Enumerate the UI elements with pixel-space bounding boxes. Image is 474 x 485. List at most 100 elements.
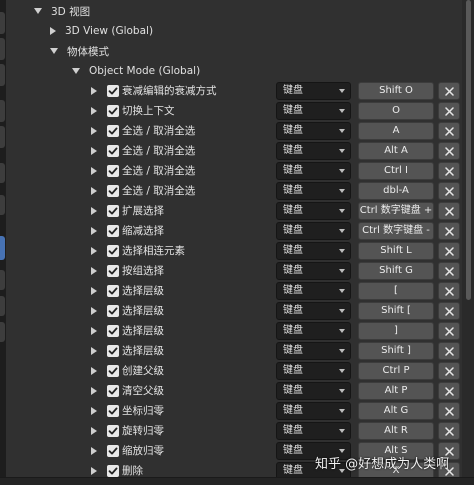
key-binding-button[interactable]: Shift O xyxy=(358,82,434,100)
expand-item-arrow-icon[interactable] xyxy=(91,227,97,235)
collapse-arrow-icon[interactable] xyxy=(50,27,56,35)
expand-item-arrow-icon[interactable] xyxy=(91,407,97,415)
item-enabled-checkbox[interactable] xyxy=(107,285,119,297)
input-device-dropdown[interactable]: 键盘 xyxy=(276,282,351,300)
category-object-mode-global[interactable]: Object Mode (Global) xyxy=(72,61,200,81)
input-device-dropdown[interactable]: 键盘 xyxy=(276,302,351,320)
expand-item-arrow-icon[interactable] xyxy=(91,427,97,435)
remove-item-button[interactable] xyxy=(438,102,460,120)
item-enabled-checkbox[interactable] xyxy=(107,425,119,437)
remove-item-button[interactable] xyxy=(438,402,460,420)
category-3d-view-global[interactable]: 3D View (Global) xyxy=(50,21,153,41)
item-enabled-checkbox[interactable] xyxy=(107,465,119,477)
remove-item-button[interactable] xyxy=(438,322,460,340)
key-binding-button[interactable]: Alt A xyxy=(358,142,434,160)
remove-item-button[interactable] xyxy=(438,202,460,220)
expand-item-arrow-icon[interactable] xyxy=(91,87,97,95)
item-enabled-checkbox[interactable] xyxy=(107,345,119,357)
expand-arrow-icon[interactable] xyxy=(50,48,58,54)
key-binding-button[interactable]: Shift [ xyxy=(358,302,434,320)
remove-item-button[interactable] xyxy=(438,362,460,380)
remove-item-button[interactable] xyxy=(438,142,460,160)
input-device-dropdown[interactable]: 键盘 xyxy=(276,242,351,260)
category-object-mode[interactable]: 物体模式 xyxy=(50,41,109,61)
expand-item-arrow-icon[interactable] xyxy=(91,147,97,155)
remove-item-button[interactable] xyxy=(438,302,460,320)
remove-item-button[interactable] xyxy=(438,82,460,100)
remove-item-button[interactable] xyxy=(438,382,460,400)
item-enabled-checkbox[interactable] xyxy=(107,205,119,217)
item-enabled-checkbox[interactable] xyxy=(107,385,119,397)
remove-item-button[interactable] xyxy=(438,122,460,140)
remove-item-button[interactable] xyxy=(438,182,460,200)
item-enabled-checkbox[interactable] xyxy=(107,325,119,337)
key-binding-button[interactable]: [ xyxy=(358,282,434,300)
remove-item-button[interactable] xyxy=(438,282,460,300)
item-enabled-checkbox[interactable] xyxy=(107,305,119,317)
key-binding-button[interactable]: A xyxy=(358,122,434,140)
remove-item-button[interactable] xyxy=(438,162,460,180)
key-binding-button[interactable]: Ctrl 数字键盘 - xyxy=(358,222,434,240)
remove-item-button[interactable] xyxy=(438,422,460,440)
input-device-dropdown[interactable]: 键盘 xyxy=(276,382,351,400)
input-device-dropdown[interactable]: 键盘 xyxy=(276,122,351,140)
expand-arrow-icon[interactable] xyxy=(72,68,80,74)
key-binding-button[interactable]: Alt G xyxy=(358,402,434,420)
item-enabled-checkbox[interactable] xyxy=(107,405,119,417)
key-binding-button[interactable]: Ctrl 数字键盘 + xyxy=(358,202,434,220)
nav-tab[interactable] xyxy=(0,12,5,34)
key-binding-button[interactable]: ] xyxy=(358,322,434,340)
expand-item-arrow-icon[interactable] xyxy=(91,287,97,295)
expand-item-arrow-icon[interactable] xyxy=(91,467,97,475)
expand-item-arrow-icon[interactable] xyxy=(91,247,97,255)
scrollbar-thumb[interactable] xyxy=(466,0,471,300)
expand-item-arrow-icon[interactable] xyxy=(91,127,97,135)
item-enabled-checkbox[interactable] xyxy=(107,225,119,237)
expand-item-arrow-icon[interactable] xyxy=(91,327,97,335)
input-device-dropdown[interactable]: 键盘 xyxy=(276,222,351,240)
input-device-dropdown[interactable]: 键盘 xyxy=(276,182,351,200)
input-device-dropdown[interactable]: 键盘 xyxy=(276,262,351,280)
input-device-dropdown[interactable]: 键盘 xyxy=(276,422,351,440)
scrollbar-track[interactable] xyxy=(462,0,474,485)
remove-item-button[interactable] xyxy=(438,262,460,280)
expand-item-arrow-icon[interactable] xyxy=(91,387,97,395)
expand-item-arrow-icon[interactable] xyxy=(91,367,97,375)
input-device-dropdown[interactable]: 键盘 xyxy=(276,142,351,160)
key-binding-button[interactable]: O xyxy=(358,102,434,120)
item-enabled-checkbox[interactable] xyxy=(107,265,119,277)
key-binding-button[interactable]: Alt R xyxy=(358,422,434,440)
key-binding-button[interactable]: Shift ] xyxy=(358,342,434,360)
category-3d-view[interactable]: 3D 视图 xyxy=(34,1,90,21)
remove-item-button[interactable] xyxy=(438,222,460,240)
input-device-dropdown[interactable]: 键盘 xyxy=(276,322,351,340)
input-device-dropdown[interactable]: 键盘 xyxy=(276,362,351,380)
expand-item-arrow-icon[interactable] xyxy=(91,167,97,175)
item-enabled-checkbox[interactable] xyxy=(107,165,119,177)
item-enabled-checkbox[interactable] xyxy=(107,365,119,377)
item-enabled-checkbox[interactable] xyxy=(107,85,119,97)
input-device-dropdown[interactable]: 键盘 xyxy=(276,162,351,180)
input-device-dropdown[interactable]: 键盘 xyxy=(276,82,351,100)
key-binding-button[interactable]: Ctrl I xyxy=(358,162,434,180)
item-enabled-checkbox[interactable] xyxy=(107,105,119,117)
input-device-dropdown[interactable]: 键盘 xyxy=(276,102,351,120)
expand-item-arrow-icon[interactable] xyxy=(91,107,97,115)
remove-item-button[interactable] xyxy=(438,342,460,360)
input-device-dropdown[interactable]: 键盘 xyxy=(276,202,351,220)
key-binding-button[interactable]: Ctrl P xyxy=(358,362,434,380)
nav-tab[interactable] xyxy=(0,38,5,60)
key-binding-button[interactable]: Shift L xyxy=(358,242,434,260)
expand-item-arrow-icon[interactable] xyxy=(91,267,97,275)
item-enabled-checkbox[interactable] xyxy=(107,245,119,257)
key-binding-button[interactable]: Alt P xyxy=(358,382,434,400)
expand-item-arrow-icon[interactable] xyxy=(91,307,97,315)
key-binding-button[interactable]: dbl-A xyxy=(358,182,434,200)
input-device-dropdown[interactable]: 键盘 xyxy=(276,402,351,420)
item-enabled-checkbox[interactable] xyxy=(107,445,119,457)
item-enabled-checkbox[interactable] xyxy=(107,185,119,197)
input-device-dropdown[interactable]: 键盘 xyxy=(276,342,351,360)
expand-item-arrow-icon[interactable] xyxy=(91,187,97,195)
item-enabled-checkbox[interactable] xyxy=(107,125,119,137)
expand-item-arrow-icon[interactable] xyxy=(91,347,97,355)
